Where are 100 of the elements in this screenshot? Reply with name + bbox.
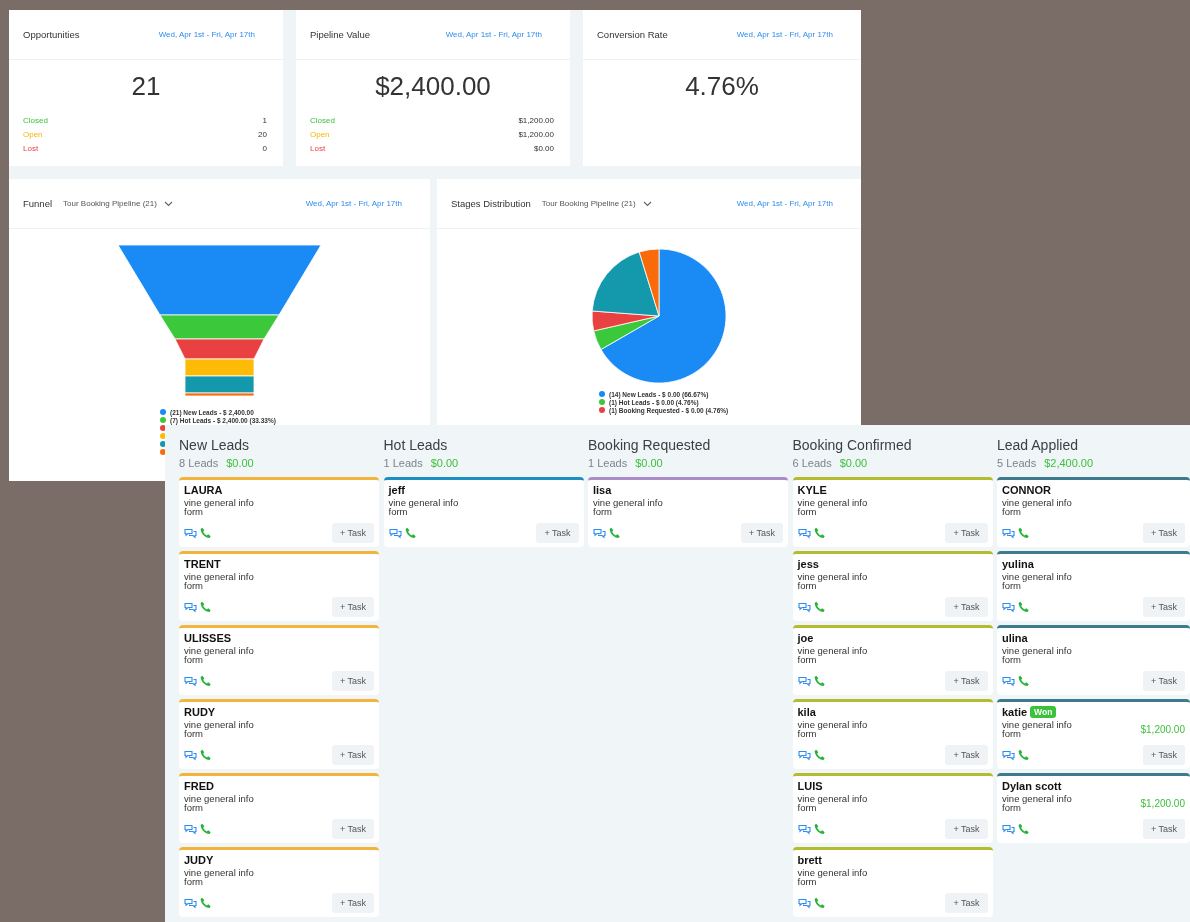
add-task-button[interactable]: + Task: [331, 819, 374, 839]
phone-icon[interactable]: [200, 823, 212, 835]
phone-icon[interactable]: [813, 749, 826, 761]
lead-card[interactable]: LUIS vine general info form + Task: [792, 773, 993, 843]
add-task-button[interactable]: + Task: [1142, 523, 1185, 543]
lead-count: 5 Leads: [997, 457, 1037, 469]
phone-icon[interactable]: [200, 675, 212, 687]
chat-icon[interactable]: [593, 527, 606, 539]
date-range-link[interactable]: Wed, Apr 1st - Fri, Apr 17th: [736, 30, 847, 39]
stat-value: 4.76%: [684, 71, 760, 102]
phone-icon[interactable]: [813, 675, 826, 687]
phone-icon[interactable]: [200, 601, 212, 613]
add-task-button[interactable]: + Task: [1142, 819, 1185, 839]
chat-icon[interactable]: [184, 823, 197, 835]
phone-icon[interactable]: [1018, 601, 1030, 613]
chat-icon[interactable]: [184, 749, 197, 761]
lead-source: vine general info form: [1002, 794, 1073, 812]
phone-icon[interactable]: [813, 527, 826, 539]
card-title: Conversion Rate: [597, 29, 668, 40]
lead-card[interactable]: katie Won vine general info form $1,200.00 + Task: [997, 699, 1190, 769]
phone-icon[interactable]: [609, 527, 621, 539]
chat-icon[interactable]: [1002, 823, 1015, 835]
chat-icon[interactable]: [797, 823, 811, 835]
chat-icon[interactable]: [797, 675, 811, 687]
lead-card[interactable]: jess vine general info form + Task: [792, 551, 993, 621]
chat-icon[interactable]: [184, 527, 197, 539]
chat-icon[interactable]: [797, 527, 811, 539]
add-task-button[interactable]: + Task: [331, 893, 374, 913]
lead-name: TRENT: [184, 558, 221, 570]
add-task-button[interactable]: + Task: [331, 523, 374, 543]
add-task-button[interactable]: + Task: [740, 523, 783, 543]
lead-name: jess: [797, 558, 819, 570]
add-task-button[interactable]: + Task: [331, 671, 374, 691]
add-task-button[interactable]: + Task: [945, 597, 988, 617]
lead-card[interactable]: ulina vine general info form + Task: [997, 625, 1190, 695]
chart-title: Stages Distribution: [451, 198, 531, 209]
chat-icon[interactable]: [184, 675, 197, 687]
add-task-button[interactable]: + Task: [331, 745, 374, 765]
phone-icon[interactable]: [200, 527, 212, 539]
lead-card[interactable]: LAURA vine general info form + Task: [179, 477, 379, 547]
lead-card[interactable]: FRED vine general info form + Task: [179, 773, 379, 843]
chat-icon[interactable]: [184, 897, 197, 909]
date-range-link[interactable]: Wed, Apr 1st - Fri, Apr 17th: [736, 199, 847, 208]
phone-icon[interactable]: [1018, 749, 1030, 761]
date-range-link[interactable]: Wed, Apr 1st - Fri, Apr 17th: [158, 30, 269, 39]
lead-source: vine general info form: [797, 646, 869, 664]
add-task-button[interactable]: + Task: [536, 523, 579, 543]
chat-icon[interactable]: [184, 601, 197, 613]
lead-card[interactable]: ULISSES vine general info form + Task: [179, 625, 379, 695]
chat-icon[interactable]: [797, 897, 811, 909]
lead-source: vine general info form: [797, 794, 869, 812]
phone-icon[interactable]: [813, 601, 826, 613]
pipeline-dropdown[interactable]: Tour Booking Pipeline (21): [541, 199, 652, 208]
date-range-link[interactable]: Wed, Apr 1st - Fri, Apr 17th: [305, 199, 416, 208]
lead-card[interactable]: kila vine general info form + Task: [792, 699, 993, 769]
chat-icon[interactable]: [1002, 675, 1015, 687]
chat-icon[interactable]: [388, 527, 402, 539]
lead-card[interactable]: TRENT vine general info form + Task: [179, 551, 379, 621]
chat-icon[interactable]: [797, 749, 811, 761]
lead-source: vine general info form: [797, 868, 869, 886]
lead-card[interactable]: joe vine general info form + Task: [792, 625, 993, 695]
pipeline-dropdown[interactable]: Tour Booking Pipeline (21): [63, 199, 173, 208]
lead-name: ulina: [1002, 632, 1028, 644]
add-task-button[interactable]: + Task: [945, 523, 988, 543]
phone-icon[interactable]: [813, 823, 826, 835]
phone-icon[interactable]: [404, 527, 417, 539]
chat-icon[interactable]: [1002, 749, 1015, 761]
chat-icon[interactable]: [1002, 527, 1015, 539]
phone-icon[interactable]: [200, 749, 212, 761]
lead-card[interactable]: yulina vine general info form + Task: [997, 551, 1190, 621]
lead-card[interactable]: Dylan scott vine general info form $1,200.00 + Task: [997, 773, 1190, 843]
lead-name: brett: [797, 854, 822, 866]
add-task-button[interactable]: + Task: [945, 745, 988, 765]
add-task-button[interactable]: + Task: [945, 893, 988, 913]
chat-icon[interactable]: [1002, 601, 1015, 613]
add-task-button[interactable]: + Task: [1142, 671, 1185, 691]
lead-card[interactable]: brett vine general info form + Task: [792, 847, 993, 917]
lead-card[interactable]: KYLE vine general info form + Task: [792, 477, 993, 547]
chevron-down-icon: [642, 200, 652, 207]
lead-card[interactable]: JUDY vine general info form + Task: [179, 847, 379, 917]
phone-icon[interactable]: [1018, 527, 1030, 539]
status-label: Lost: [310, 144, 326, 154]
phone-icon[interactable]: [1018, 675, 1030, 687]
phone-icon[interactable]: [200, 897, 212, 909]
add-task-button[interactable]: + Task: [945, 671, 988, 691]
phone-icon[interactable]: [813, 897, 826, 909]
add-task-button[interactable]: + Task: [331, 597, 374, 617]
lead-card[interactable]: lisa vine general info form + Task: [588, 477, 788, 547]
phone-icon[interactable]: [1018, 823, 1030, 835]
add-task-button[interactable]: + Task: [1142, 745, 1185, 765]
stat-value: $2,400.00: [374, 71, 492, 102]
lead-source: vine general info form: [797, 572, 869, 590]
add-task-button[interactable]: + Task: [945, 819, 988, 839]
lead-card[interactable]: RUDY vine general info form + Task: [179, 699, 379, 769]
add-task-button[interactable]: + Task: [1142, 597, 1185, 617]
date-range-link[interactable]: Wed, Apr 1st - Fri, Apr 17th: [445, 30, 556, 39]
lead-name: Dylan scott: [1002, 780, 1062, 792]
lead-card[interactable]: jeff vine general info form + Task: [383, 477, 584, 547]
chat-icon[interactable]: [797, 601, 811, 613]
lead-card[interactable]: CONNOR vine general info form + Task: [997, 477, 1190, 547]
